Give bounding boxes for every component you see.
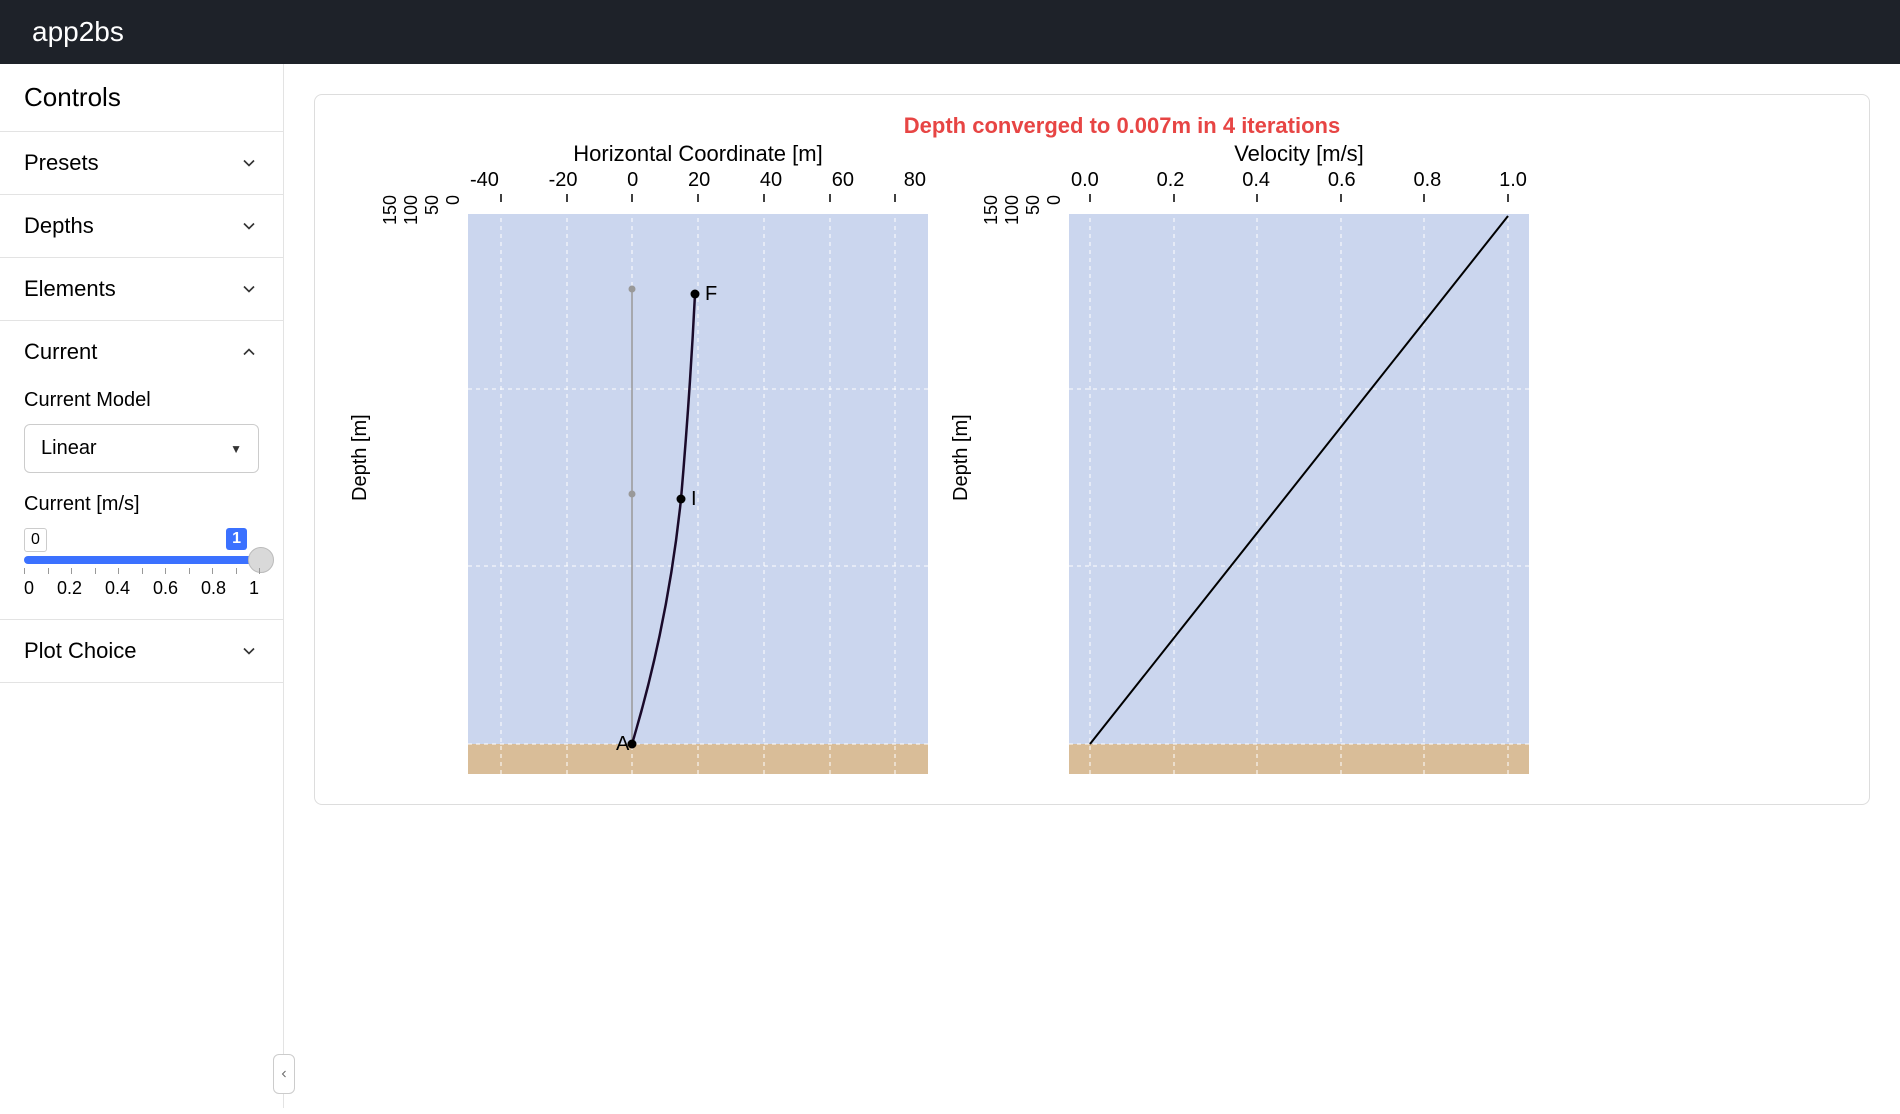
point-F [691, 290, 700, 299]
point-I [677, 495, 686, 504]
accordion-label: Presets [24, 150, 99, 176]
accordion-depths: Depths [0, 195, 283, 258]
accordion-current: Current Current Model Linear ▼ Current [… [0, 321, 283, 620]
sidebar: Controls Presets Depths Elements [0, 64, 284, 1108]
chevron-up-icon [239, 342, 259, 362]
slider-min-badge: 0 [24, 528, 47, 552]
accordion-header-current[interactable]: Current [0, 321, 283, 383]
accordion-body-current: Current Model Linear ▼ Current [m/s] 0 1 [0, 389, 283, 619]
charts-row: Depth [m] 150 100 50 0 Horizontal Coordi… [345, 141, 1839, 774]
chevron-down-icon [239, 641, 259, 661]
app-title: app2bs [32, 16, 124, 47]
plot-left-svg: A I F [468, 194, 928, 774]
chevron-down-icon [239, 153, 259, 173]
accordion-elements: Elements [0, 258, 283, 321]
accordion-plot-choice: Plot Choice [0, 620, 283, 683]
plot-right-svg [1069, 194, 1529, 774]
y-ticks-left: 150 100 50 0 [376, 141, 468, 774]
accordion-header-elements[interactable]: Elements [0, 258, 283, 320]
label-F: F [705, 283, 717, 305]
top-ticks [1090, 194, 1508, 202]
chart-status-title: Depth converged to 0.007m in 4 iteration… [405, 113, 1839, 139]
ref-point-mid [629, 491, 636, 498]
select-value: Linear [41, 437, 97, 460]
y-axis-label-right: Depth [m] [946, 141, 977, 774]
chart-left: Depth [m] 150 100 50 0 Horizontal Coordi… [345, 141, 928, 774]
label-A: A [616, 733, 630, 755]
chart-right-body: Velocity [m/s] 0.0 0.2 0.4 0.6 0.8 1.0 [1069, 141, 1529, 774]
accordion-header-plot-choice[interactable]: Plot Choice [0, 620, 283, 682]
main-container: Controls Presets Depths Elements [0, 64, 1900, 1108]
accordion-header-presets[interactable]: Presets [0, 132, 283, 194]
seabed-region [1069, 744, 1529, 774]
slider-tick-labels: 0 0.2 0.4 0.6 0.8 1 [24, 578, 259, 599]
current-model-label: Current Model [24, 389, 259, 412]
top-ticks [501, 194, 895, 202]
sidebar-title: Controls [0, 64, 283, 132]
slider-tick-marks [24, 568, 259, 576]
chart-left-body: Horizontal Coordinate [m] -40 -20 0 20 4… [468, 141, 928, 774]
accordion-label: Depths [24, 213, 94, 239]
y-ticks-right: 150 100 50 0 [977, 141, 1069, 774]
accordion-label: Plot Choice [24, 638, 137, 664]
current-slider[interactable]: 0 1 0 0.2 0.4 0.6 0.8 1 [24, 528, 259, 599]
accordion-presets: Presets [0, 132, 283, 195]
x-axis-label-left: Horizontal Coordinate [m] [468, 141, 928, 167]
chevron-down-icon [239, 216, 259, 236]
x-axis-label-right: Velocity [m/s] [1069, 141, 1529, 167]
accordion-label: Current [24, 339, 97, 365]
x-ticks-right: 0.0 0.2 0.4 0.6 0.8 1.0 [1069, 169, 1529, 192]
ref-point-top [629, 286, 636, 293]
label-I: I [691, 488, 697, 510]
accordion-header-depths[interactable]: Depths [0, 195, 283, 257]
current-slider-label: Current [m/s] [24, 493, 259, 516]
chevron-down-icon [239, 279, 259, 299]
slider-value-badge: 1 [226, 528, 247, 550]
content-area: Depth converged to 0.007m in 4 iteration… [284, 64, 1900, 1108]
accordion-label: Elements [24, 276, 116, 302]
chart-right: Depth [m] 150 100 50 0 Velocity [m/s] [946, 141, 1529, 774]
y-axis-label-left: Depth [m] [345, 141, 376, 774]
current-model-select[interactable]: Linear ▼ [24, 424, 259, 473]
chart-panel: Depth converged to 0.007m in 4 iteration… [314, 94, 1870, 805]
app-header: app2bs [0, 0, 1900, 64]
x-ticks-left: -40 -20 0 20 40 60 80 [468, 169, 928, 192]
slider-track[interactable] [24, 556, 259, 564]
caret-down-icon: ▼ [230, 442, 242, 456]
